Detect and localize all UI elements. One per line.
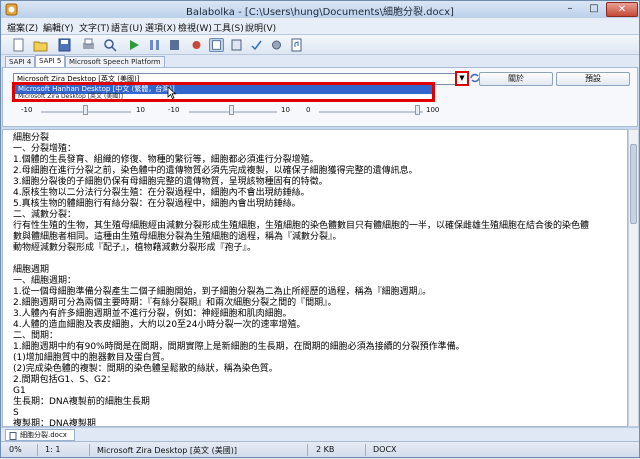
new-document-icon[interactable]: [11, 38, 26, 52]
maximize-button[interactable]: □: [582, 2, 606, 17]
status-size: 2 KB: [316, 445, 335, 454]
editor-line: 動物經減數分裂形成『配子』，植物藉減數分裂形成『孢子』。: [13, 243, 257, 253]
editor-line: 生長期：DNA複製前的細胞生長期: [13, 397, 150, 407]
vertical-scrollbar[interactable]: [628, 129, 639, 427]
audio-file-icon[interactable]: [289, 38, 304, 52]
status-voice: Microsoft Zira Desktop [英文 (美國)]: [97, 446, 237, 455]
read-aloud-icon[interactable]: [127, 38, 142, 52]
volume-max-label: 100: [426, 106, 440, 114]
editor-line: 4.人體的造血細胞及表皮細胞，大約以20至24小時分裂一次的速率增殖。: [13, 320, 306, 330]
find-icon[interactable]: [103, 38, 118, 52]
status-separator: [89, 444, 90, 456]
editor-line: 1.從一個母細胞準備分裂產生二個子細胞開始，到子細胞分裂為二為止所經歷的過程，稱…: [13, 287, 432, 297]
volume-min-label: 0: [306, 106, 311, 114]
status-format: DOCX: [373, 445, 397, 454]
menu-file[interactable]: 檔案(Z): [7, 21, 38, 34]
window-title: Balabolka - [C:\Users\hung\Documents\細胞分…: [186, 7, 454, 18]
volume-slider-thumb[interactable]: [415, 105, 420, 115]
record-icon[interactable]: [189, 38, 204, 52]
engine-tabs: SAPI 4 SAPI 5 Microsoft Speech Platform: [1, 55, 639, 67]
editor-line: 2.母細胞在進行分裂之前，染色體中的遺傳物質必須先完成複製，以確保子細胞獲得完整…: [13, 166, 418, 176]
editor-line: 2.細胞週期可分為兩個主要時期：『有絲分裂期』和兩次細胞分裂之間的『間期』。: [13, 298, 337, 308]
menu-help[interactable]: 說明(V): [245, 21, 276, 34]
editor-line: 數與體細胞者相同。這種由生殖母細胞分裂為生殖細胞的過程，稱為『減數分裂』。: [13, 232, 342, 242]
editor-line: 1.細胞週期中約有90%時間是在間期，間期實際上是新細胞的生長期，在間期的細胞必…: [13, 342, 465, 352]
close-button[interactable]: ✕: [606, 2, 638, 17]
rate-min-label: -10: [21, 106, 33, 114]
editor-line: 一、分裂增殖：: [13, 144, 77, 154]
menu-options[interactable]: 選項(X): [145, 21, 176, 34]
document-tab[interactable]: 細胞分裂.docx: [5, 429, 75, 441]
editor-line: 4.原核生物以二分法行分裂生殖：在分裂過程中，細胞內不會出現紡錘絲。: [13, 188, 310, 198]
rate-slider-thumb[interactable]: [83, 105, 88, 115]
document-tab-label: 細胞分裂.docx: [20, 431, 67, 439]
save-icon[interactable]: [57, 38, 72, 52]
editor-line: 二、間期：: [13, 331, 59, 341]
bookmark-icon[interactable]: [229, 38, 244, 52]
editor-line: 複製期：DNA複製期: [13, 419, 96, 427]
editor-line: S: [13, 408, 19, 418]
editor-line: 1.個體的生長發育、組織的修復、物種的繁衍等，細胞都必須進行分裂增殖。: [13, 155, 319, 165]
about-button[interactable]: 關於: [479, 72, 553, 86]
toolbar: [1, 35, 639, 55]
text-editor[interactable]: 細胞分裂 一、分裂增殖： 1.個體的生長發育、組織的修復、物種的繁衍等，細胞都必…: [2, 129, 628, 427]
document-tabs: 細胞分裂.docx: [1, 427, 639, 441]
pitch-max-label: 10: [281, 106, 290, 114]
tab-sapi4[interactable]: SAPI 4: [5, 56, 36, 67]
spell-check-icon[interactable]: [249, 38, 264, 52]
minimize-button[interactable]: –: [558, 2, 582, 17]
editor-line: (1)增加細胞質中的胞器數目及蛋白質。: [13, 353, 170, 363]
status-separator: [37, 444, 38, 456]
editor-line: 行有性生殖的生物，其生殖母細胞經由減數分裂形成生殖細胞，生殖細胞的染色體數目只有…: [13, 221, 590, 231]
pitch-slider-thumb[interactable]: [229, 105, 234, 115]
open-folder-icon[interactable]: [33, 38, 48, 52]
editor-line: 細胞分裂: [13, 133, 50, 143]
status-separator: [365, 444, 366, 456]
voice-option-zira[interactable]: Microsoft Zira Desktop [英文 (美國)]: [15, 94, 432, 100]
status-position: 0%: [9, 445, 22, 454]
editor-line: 細胞週期: [13, 265, 50, 275]
volume-slider[interactable]: [319, 111, 423, 113]
settings-icon[interactable]: [269, 38, 284, 52]
document-icon: [9, 432, 17, 440]
status-line-col: 1: 1: [45, 445, 61, 454]
menu-edit[interactable]: 編輯(Y): [43, 21, 74, 34]
voice-dropdown-arrow[interactable]: ▼: [455, 71, 469, 86]
editor-line: 二、減數分裂：: [13, 210, 77, 220]
editor-line: 一、細胞週期：: [13, 276, 77, 286]
tab-microsoft-speech-platform[interactable]: Microsoft Speech Platform: [65, 56, 165, 67]
status-bar: 0% 1: 1 Microsoft Zira Desktop [英文 (美國)]…: [1, 441, 639, 457]
stop-icon[interactable]: [167, 38, 182, 52]
print-icon[interactable]: [81, 38, 96, 52]
scrollbar-thumb[interactable]: [630, 144, 637, 224]
menu-bar: 檔案(Z) 編輯(Y) 文字(T) 語言(U) 選項(X) 檢視(W) 工具(S…: [1, 18, 639, 35]
editor-line: 3.人體內有許多細胞週期並不進行分裂，例如：神經細胞和肌肉細胞。: [13, 309, 292, 319]
title-bar[interactable]: Balabolka - [C:\Users\hung\Documents\細胞分…: [1, 1, 639, 18]
editor-line: (2)完成染色體的複製：間期的染色體呈鬆散的絲狀，稱為染色質。: [13, 364, 278, 374]
editor-line: G1: [13, 386, 26, 396]
editor-line: 2.間期包括G1、S、G2：: [13, 375, 116, 385]
editor-line: 3.細胞分裂後的子細胞仍保有母細胞完整的遺傳物質，呈現該物種固有的特徵。: [13, 177, 328, 187]
menu-view[interactable]: 檢視(W): [178, 21, 212, 34]
menu-language[interactable]: 語言(U): [111, 21, 143, 34]
voice-dropdown-list: Microsoft Hanhan Desktop [中文 (繁體，台灣)] Mi…: [12, 82, 435, 102]
editor-line: 5.真核生物的體細胞行有絲分裂：在分裂過程中，細胞內會出現紡錘絲。: [13, 199, 301, 209]
tab-sapi5[interactable]: SAPI 5: [35, 55, 66, 67]
preset-button[interactable]: 預設: [556, 72, 630, 86]
pause-icon[interactable]: [147, 38, 162, 52]
status-separator: [307, 444, 308, 456]
menu-tools[interactable]: 工具(S): [213, 21, 244, 34]
pitch-min-label: -10: [168, 106, 180, 114]
rate-max-label: 10: [136, 106, 145, 114]
menu-text[interactable]: 文字(T): [79, 21, 110, 34]
text-view-icon[interactable]: [209, 38, 224, 52]
app-window: Balabolka - [C:\Users\hung\Documents\細胞分…: [0, 0, 640, 458]
